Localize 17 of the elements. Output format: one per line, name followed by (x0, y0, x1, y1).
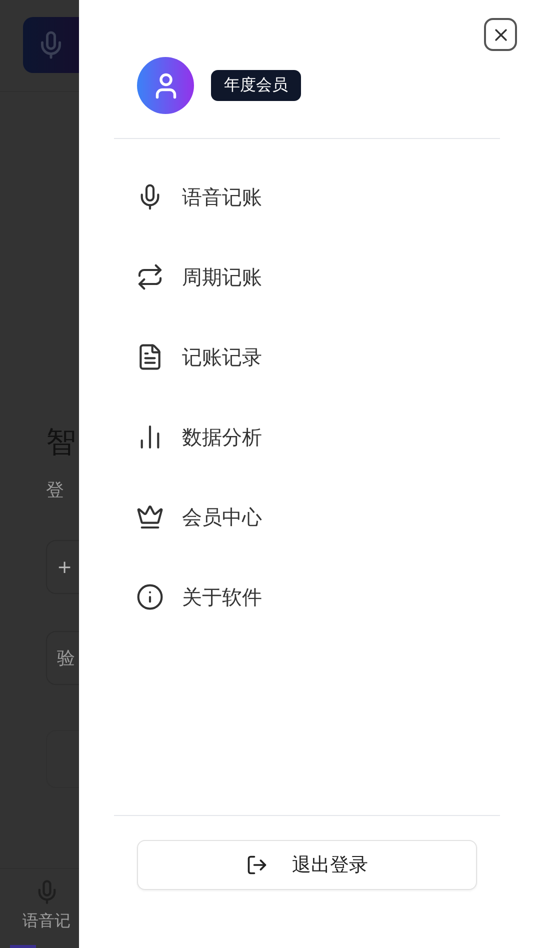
page-subtitle: 登 (46, 479, 65, 503)
menu-item[interactable]: 记账记录 (114, 317, 500, 397)
nav-label[interactable]: 语音记 (22, 911, 70, 932)
close-button[interactable] (484, 18, 517, 51)
app-logo (23, 17, 79, 73)
logout-button[interactable]: 退出登录 (137, 840, 477, 890)
menu-item[interactable]: 数据分析 (114, 397, 500, 477)
crown-icon (136, 503, 164, 531)
menu-item[interactable]: 语音记账 (114, 157, 500, 237)
repeat-icon (136, 263, 164, 291)
membership-badge: 年度会员 (211, 70, 301, 101)
menu-item[interactable]: 会员中心 (114, 477, 500, 557)
home-indicator (10, 945, 36, 948)
logout-icon (246, 854, 268, 876)
menu-item[interactable]: 关于软件 (114, 557, 500, 637)
info-icon (136, 583, 164, 611)
menu-item[interactable]: 周期记账 (114, 237, 500, 317)
